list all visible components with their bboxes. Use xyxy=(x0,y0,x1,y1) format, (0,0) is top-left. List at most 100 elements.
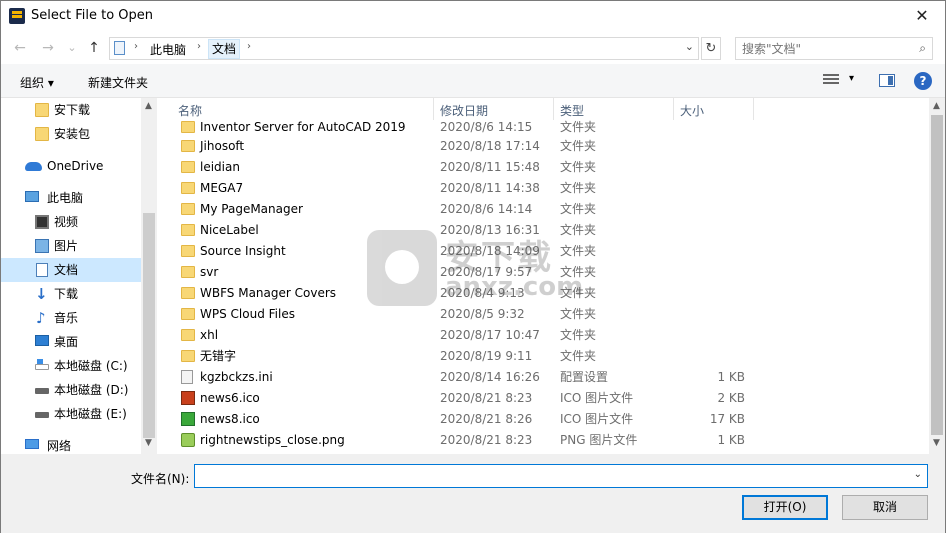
chevron-right-icon[interactable]: › xyxy=(197,41,201,52)
sidebar-item-label: 本地磁盘 (E:) xyxy=(54,407,127,421)
settings-file-icon xyxy=(181,370,193,384)
scroll-down-icon[interactable]: ▼ xyxy=(145,438,152,448)
list-item[interactable]: My PageManager 2020/8/6 14:14 文件夹 xyxy=(157,199,929,220)
chevron-right-icon[interactable]: › xyxy=(247,41,251,52)
column-size[interactable]: 大小 xyxy=(674,98,754,120)
file-date: 2020/8/6 14:14 xyxy=(440,202,533,216)
list-item[interactable]: xhl 2020/8/17 10:47 文件夹 xyxy=(157,325,929,346)
list-item[interactable]: Source Insight 2020/8/18 14:09 文件夹 xyxy=(157,241,929,262)
file-name: kgzbckzs.ini xyxy=(200,370,273,384)
filename-combobox[interactable]: ⌄ xyxy=(194,464,928,488)
list-item[interactable]: MEGA7 2020/8/11 14:38 文件夹 xyxy=(157,178,929,199)
file-date: 2020/8/6 14:15 xyxy=(440,120,533,134)
file-open-dialog: Select File to Open ✕ ← → ⌄ ↑ › 此电脑 › 文档… xyxy=(0,0,946,533)
column-date[interactable]: 修改日期 xyxy=(434,98,554,120)
file-type: 文件夹 xyxy=(560,160,597,174)
chevron-right-icon[interactable]: › xyxy=(134,41,138,52)
file-type: PNG 图片文件 xyxy=(560,433,638,447)
view-dropdown-icon[interactable]: ▾ xyxy=(849,73,854,84)
view-options-icon[interactable] xyxy=(823,74,839,88)
sidebar-item-label: 本地磁盘 (C:) xyxy=(54,359,128,373)
sidebar-scrollbar[interactable]: ▲ ▼ xyxy=(141,98,157,454)
address-bar[interactable]: › 此电脑 › 文档 › ⌄ xyxy=(109,37,699,60)
sidebar-item-this-pc[interactable]: 此电脑 xyxy=(1,186,141,210)
sidebar-item-network[interactable]: 网络 xyxy=(1,434,141,454)
list-item[interactable]: rightnewstips_close.png 2020/8/21 8:23 P… xyxy=(157,430,929,451)
sidebar-item-installers[interactable]: 安装包 xyxy=(1,122,141,146)
new-folder-button[interactable]: 新建文件夹 xyxy=(88,74,148,91)
sidebar-item-label: 安下载 xyxy=(54,103,91,117)
sidebar-item-anxz[interactable]: 安下载 xyxy=(1,98,141,122)
sidebar-item-onedrive[interactable]: OneDrive xyxy=(1,154,141,178)
list-item[interactable]: svr 2020/8/17 9:57 文件夹 xyxy=(157,262,929,283)
disk-icon xyxy=(35,412,49,418)
sidebar-item-music[interactable]: ♪ 音乐 xyxy=(1,306,141,330)
file-list-scrollbar[interactable]: ▲ ▼ xyxy=(929,98,945,454)
open-button[interactable]: 打开(O) xyxy=(742,495,828,520)
organize-button[interactable]: 组织 ▾ xyxy=(20,74,54,91)
folder-icon xyxy=(181,350,195,362)
sidebar-item-videos[interactable]: 视频 xyxy=(1,210,141,234)
list-item[interactable]: WBFS Manager Covers 2020/8/4 9:13 文件夹 xyxy=(157,283,929,304)
search-icon[interactable]: ⌕ xyxy=(919,41,926,56)
cloud-icon xyxy=(25,162,42,171)
list-item[interactable]: leidian 2020/8/11 15:48 文件夹 xyxy=(157,157,929,178)
file-name: NiceLabel xyxy=(200,223,259,237)
breadcrumb-this-pc[interactable]: 此电脑 xyxy=(150,41,186,58)
list-item[interactable]: NiceLabel 2020/8/13 16:31 文件夹 xyxy=(157,220,929,241)
list-item[interactable]: WPS Cloud Files 2020/8/5 9:32 文件夹 xyxy=(157,304,929,325)
file-name: leidian xyxy=(200,160,240,174)
sidebar-item-disk-c[interactable]: 本地磁盘 (C:) xyxy=(1,354,141,378)
file-size: 1 KB xyxy=(717,370,745,384)
sidebar-item-label: 下载 xyxy=(54,287,79,301)
back-button[interactable]: ← xyxy=(11,39,29,57)
list-item[interactable]: news8.ico 2020/8/21 8:26 ICO 图片文件 17 KB xyxy=(157,409,929,430)
sidebar-item-desktop[interactable]: 桌面 xyxy=(1,330,141,354)
cancel-button[interactable]: 取消 xyxy=(842,495,928,520)
file-name: My PageManager xyxy=(200,202,303,216)
file-name: WPS Cloud Files xyxy=(200,307,295,321)
list-item[interactable]: Jihosoft 2020/8/18 17:14 文件夹 xyxy=(157,136,929,157)
chevron-down-icon[interactable]: ⌄ xyxy=(914,469,922,480)
file-name: Source Insight xyxy=(200,244,286,258)
sidebar-item-documents[interactable]: 文档 xyxy=(1,258,141,282)
list-item[interactable]: Inventor Server for AutoCAD 2019 2020/8/… xyxy=(157,117,929,138)
up-button[interactable]: ↑ xyxy=(85,39,103,57)
preview-pane-icon[interactable] xyxy=(879,74,895,87)
search-input[interactable] xyxy=(736,38,906,59)
help-icon[interactable]: ? xyxy=(914,72,932,90)
file-date: 2020/8/4 9:13 xyxy=(440,286,525,300)
sidebar-item-disk-e[interactable]: 本地磁盘 (E:) xyxy=(1,402,141,426)
folder-icon xyxy=(181,308,195,320)
picture-icon xyxy=(35,239,49,253)
refresh-button[interactable]: ↻ xyxy=(701,37,721,60)
scrollbar-thumb[interactable] xyxy=(931,115,943,435)
file-type: ICO 图片文件 xyxy=(560,412,634,426)
file-date: 2020/8/18 17:14 xyxy=(440,139,540,153)
address-dropdown-icon[interactable]: ⌄ xyxy=(685,40,694,53)
filename-input[interactable] xyxy=(195,465,905,487)
search-box[interactable]: ⌕ xyxy=(735,37,933,60)
breadcrumb-documents[interactable]: 文档 xyxy=(208,39,241,59)
sidebar-item-downloads[interactable]: ↓ 下载 xyxy=(1,282,141,306)
sidebar-item-pictures[interactable]: 图片 xyxy=(1,234,141,258)
scrollbar-thumb[interactable] xyxy=(143,213,155,438)
list-item[interactable]: kgzbckzs.ini 2020/8/14 16:26 配置设置 1 KB xyxy=(157,367,929,388)
file-name: Jihosoft xyxy=(200,139,245,153)
scroll-up-icon[interactable]: ▲ xyxy=(145,101,152,111)
scroll-up-icon[interactable]: ▲ xyxy=(933,101,940,111)
list-item[interactable]: news6.ico 2020/8/21 8:23 ICO 图片文件 2 KB xyxy=(157,388,929,409)
file-date: 2020/8/14 16:26 xyxy=(440,370,540,384)
navigation-pane: 安下载 安装包 OneDrive 此电脑 视频 图片 文档 ↓ 下载 ♪ 音乐 … xyxy=(1,98,157,454)
forward-button[interactable]: → xyxy=(39,39,57,57)
list-item[interactable]: 无错字 2020/8/19 9:11 文件夹 xyxy=(157,346,929,367)
sidebar-item-disk-d[interactable]: 本地磁盘 (D:) xyxy=(1,378,141,402)
sidebar-item-label: 此电脑 xyxy=(47,191,84,205)
close-button[interactable]: ✕ xyxy=(899,1,945,32)
navigation-bar: ← → ⌄ ↑ › 此电脑 › 文档 › ⌄ ↻ ⌕ xyxy=(1,32,945,64)
column-type[interactable]: 类型 xyxy=(554,98,674,120)
file-date: 2020/8/11 14:38 xyxy=(440,181,540,195)
scroll-down-icon[interactable]: ▼ xyxy=(933,438,940,448)
folder-icon xyxy=(181,140,195,152)
recent-locations-button[interactable]: ⌄ xyxy=(63,39,81,57)
